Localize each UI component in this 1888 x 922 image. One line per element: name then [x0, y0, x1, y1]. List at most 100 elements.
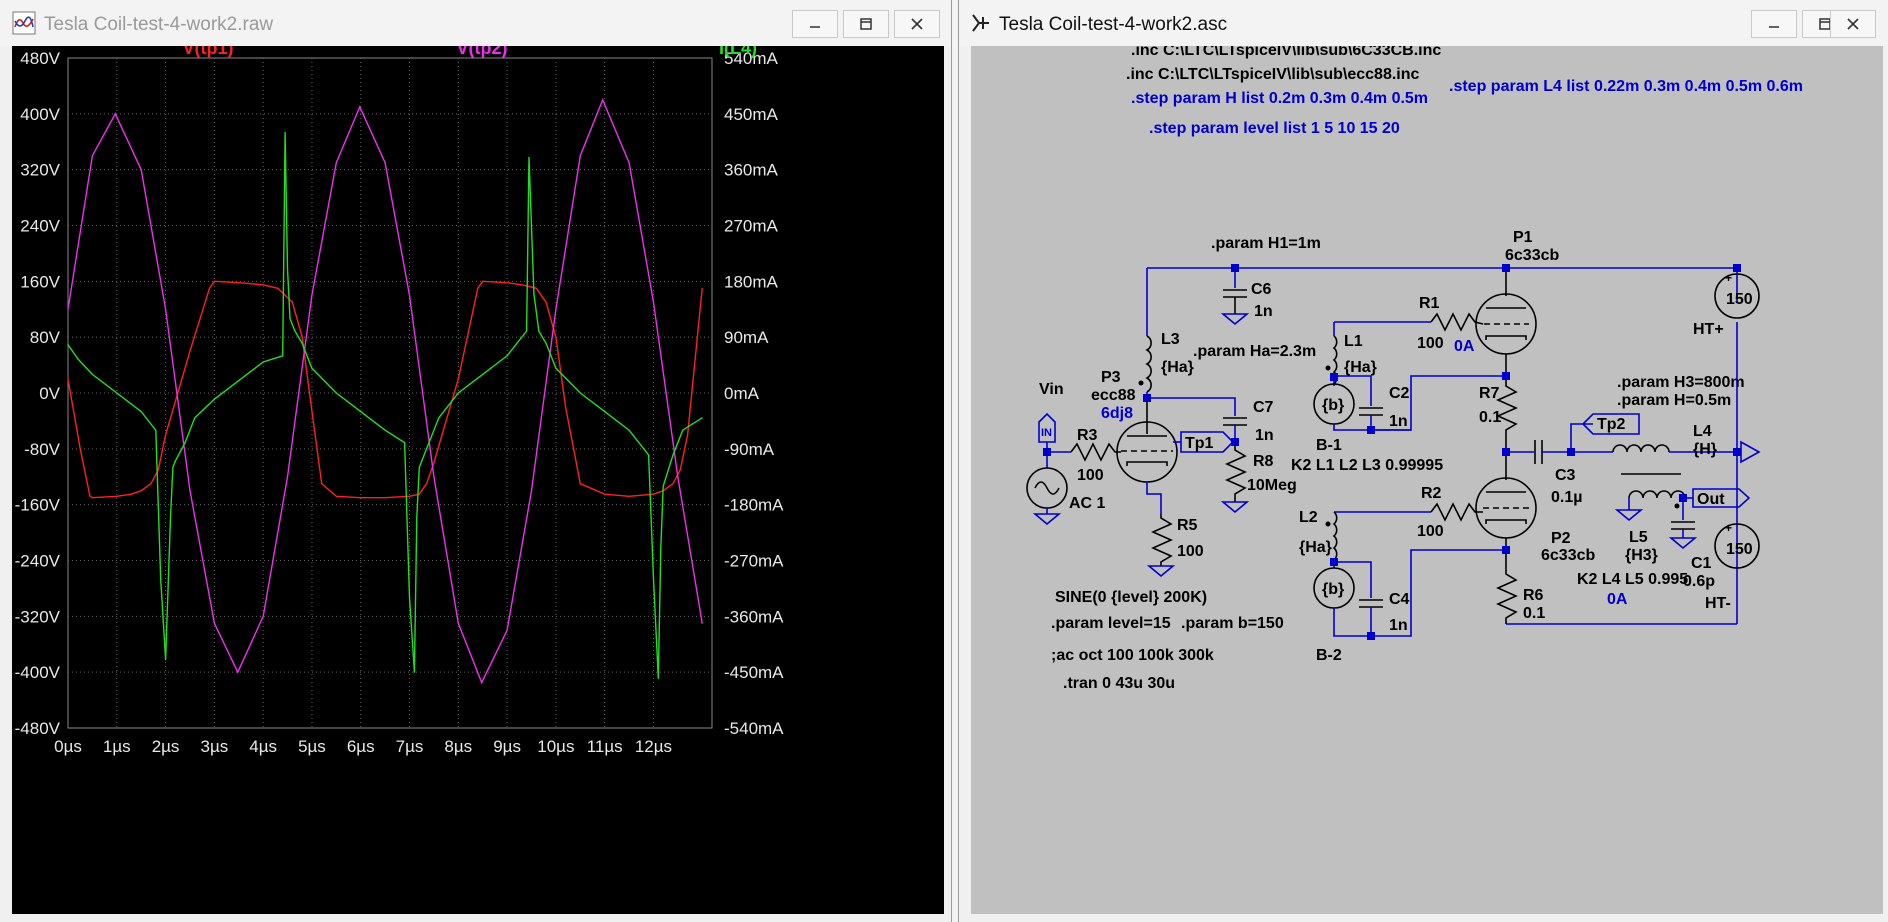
data-point [155, 429, 157, 431]
y-right-tick-label: 180mA [724, 272, 779, 291]
data-point [433, 462, 435, 464]
p2-model: 6c33cb [1541, 547, 1595, 564]
x-tick-label: 5µs [298, 737, 326, 756]
legend-entry[interactable]: V(tp2) [457, 38, 508, 58]
maximize-icon [860, 18, 872, 30]
junction [1502, 546, 1510, 554]
p2-cathode [1485, 519, 1527, 524]
y-left-tick-label: 240V [20, 217, 60, 236]
data-point [506, 355, 508, 357]
data-point [565, 406, 567, 408]
data-point [289, 318, 291, 320]
ht-plus-label: HT+ [1693, 321, 1724, 338]
l1-value: {Ha} [1344, 359, 1377, 376]
p3-cathode [1126, 461, 1168, 466]
data-point [652, 301, 655, 303]
directive-inc-ecc88: .inc C:\LTC\LTspiceIV\lib\sub\ecc88.inc [1126, 66, 1420, 83]
x-tick-label: 7µs [396, 737, 424, 756]
junction [1367, 426, 1375, 434]
c1-label: C1 [1691, 555, 1712, 572]
r5-value: 100 [1177, 543, 1204, 560]
p2-label: P2 [1551, 530, 1571, 547]
ground-icon [1220, 313, 1250, 326]
x-tick-label: 10µs [537, 737, 574, 756]
data-point [335, 495, 337, 497]
data-point [579, 392, 581, 394]
tran-directive: .tran 0 43u 30u [1063, 675, 1175, 692]
series-line-i-l4-[interactable] [67, 132, 703, 679]
legend-entry[interactable]: V(tp1) [183, 38, 234, 58]
data-point [701, 622, 703, 624]
y-right-tick-label: -180mA [724, 496, 784, 515]
schematic-window: Tesla Coil-test-4-work2.asc .w{stroke:#0… [958, 0, 1888, 922]
data-point [555, 308, 557, 310]
plot-pane[interactable]: 480V 400V 320V 240V 160V 80V 0V -80V -160V -240V -… [12, 38, 944, 914]
r6-value: 0.1 [1523, 605, 1545, 622]
r2-resistor [1430, 502, 1483, 522]
y-left-tick-label: -160V [15, 496, 61, 515]
y-right-tick-label: -360mA [724, 607, 784, 626]
data-point [262, 361, 264, 363]
l2-inductor [1332, 511, 1338, 561]
l4-label: L4 [1693, 423, 1712, 440]
data-point [687, 434, 689, 436]
ground-icon [1146, 565, 1176, 578]
series-line-v-tp2-[interactable] [67, 98, 703, 685]
data-point [237, 671, 239, 673]
b1-label: B-1 [1316, 437, 1342, 454]
data-point [481, 682, 483, 684]
param-ha: .param Ha=2.3m [1193, 343, 1316, 360]
data-point [130, 493, 132, 495]
maximize-button[interactable] [843, 10, 889, 38]
data-point [433, 476, 435, 478]
y-right-tick-label: 450mA [724, 105, 779, 124]
waveform-titlebar[interactable]: Tesla Coil-test-4-work2.raw [0, 0, 951, 46]
k2-coupling-1: K2 L1 L2 L3 0.99995 [1291, 457, 1443, 474]
data-point [384, 162, 386, 164]
y-right-tick-label: -450mA [724, 663, 784, 682]
data-point [184, 442, 186, 444]
data-point [284, 131, 286, 133]
p1-model: 6c33cb [1505, 247, 1559, 264]
r1-value: 100 [1417, 335, 1444, 352]
y-left-tick-label: 80V [30, 328, 61, 347]
data-point [67, 344, 69, 346]
schematic-titlebar[interactable]: Tesla Coil-test-4-work2.asc [959, 0, 1888, 46]
data-point [91, 497, 93, 499]
schematic-app-icon [972, 14, 989, 32]
r2-value: 100 [1417, 523, 1444, 540]
schematic-drawing[interactable]: .w{stroke:#0000cc;stroke-width:1.6;fill:… [971, 42, 1883, 914]
data-point [262, 284, 264, 286]
data-point [384, 429, 386, 431]
window-title: Tesla Coil-test-4-work2.raw [44, 14, 274, 35]
wire [1570, 423, 1593, 448]
data-point [660, 547, 662, 549]
ground-icon [1614, 509, 1644, 522]
data-point [652, 578, 655, 580]
minimize-button[interactable] [792, 10, 838, 38]
data-point [545, 301, 547, 303]
r1-label: R1 [1419, 295, 1440, 312]
data-point [116, 392, 118, 394]
y-left-tick-label: 320V [20, 161, 60, 180]
close-button[interactable] [1830, 10, 1876, 38]
close-button[interactable] [894, 10, 940, 38]
legend-entry[interactable]: I(L4) [719, 38, 757, 58]
y-left-tick-label: -320V [15, 607, 61, 626]
data-point [165, 434, 167, 436]
waveform-chart[interactable]: 480V 400V 320V 240V 160V 80V 0V -80V -160V -240V -… [12, 38, 944, 914]
r1-resistor [1430, 312, 1484, 332]
y-right-tick-label: 270mA [724, 217, 779, 236]
data-point [140, 490, 142, 492]
series-line-v-tp1-[interactable] [67, 280, 703, 499]
junction [1567, 448, 1575, 456]
data-point [238, 380, 240, 382]
minimize-button[interactable] [1751, 10, 1797, 38]
data-point [286, 476, 289, 478]
r6-label: R6 [1523, 587, 1544, 604]
data-point [174, 460, 176, 462]
data-point [579, 483, 581, 485]
sine-spec: SINE(0 {level} 200K) [1055, 589, 1207, 606]
schematic-canvas[interactable]: .w{stroke:#0000cc;stroke-width:1.6;fill:… [971, 42, 1883, 914]
c4-value: 1n [1389, 617, 1408, 634]
